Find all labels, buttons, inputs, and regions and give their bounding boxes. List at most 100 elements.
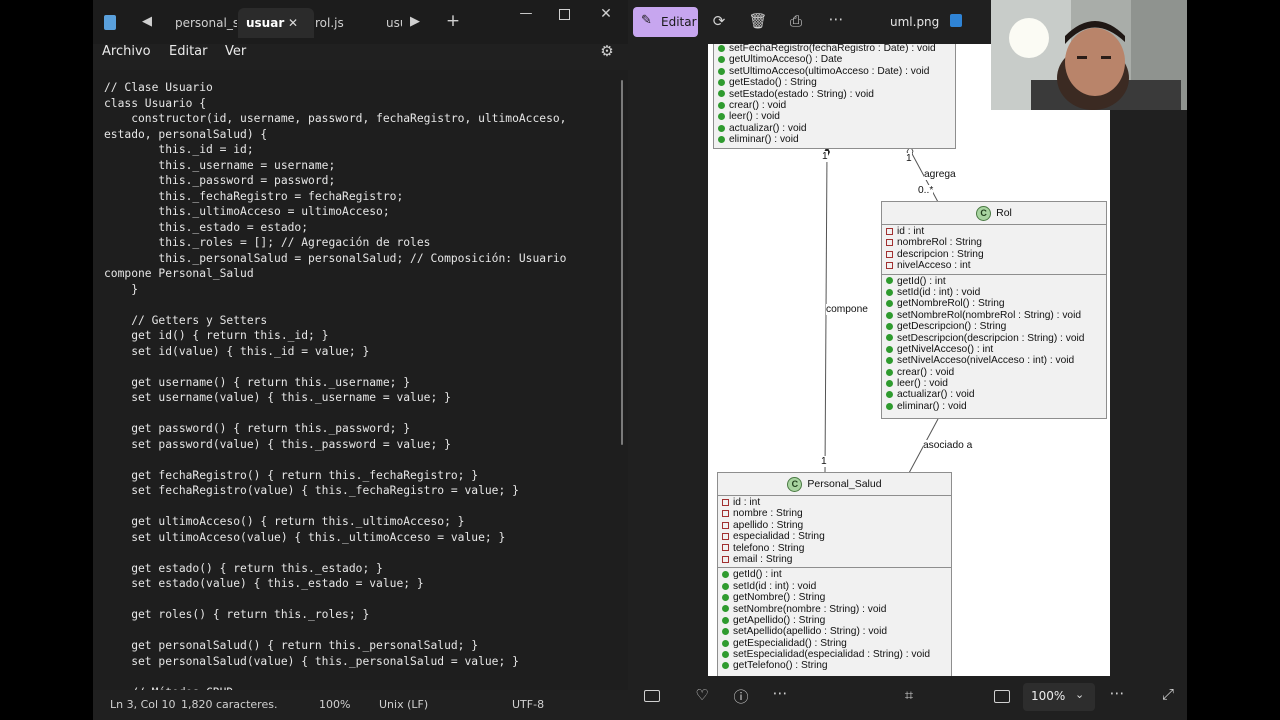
menu-ver[interactable]: Ver	[225, 44, 246, 70]
attribute-row: nombre : String	[722, 508, 951, 519]
method-row: getNombreRol() : String	[886, 298, 1106, 309]
tab-personal-salud[interactable]: personal_sal	[175, 8, 237, 38]
personal-methods: getId() : int setId(id : int) : void getNo…	[718, 568, 951, 674]
public-marker-icon	[886, 277, 893, 285]
character-count: 1,820 caracteres.	[181, 698, 278, 711]
vertical-scrollbar[interactable]	[621, 80, 623, 445]
method-row: leer() : void	[718, 111, 955, 122]
member-text: getTelefono() : String	[733, 660, 828, 672]
method-row: getEspecialidad() : String	[722, 638, 951, 649]
member-text: setUltimoAcceso(ultimoAcceso : Date) : v…	[729, 65, 930, 77]
multiplicity-label: 1	[906, 153, 912, 164]
class-header: C Personal_Salud	[718, 473, 951, 496]
edit-icon: ✎	[641, 13, 652, 28]
close-tab-icon[interactable]: ✕	[288, 8, 298, 38]
attribute-row: nombreRol : String	[886, 237, 1106, 248]
private-marker-icon	[886, 239, 893, 247]
code-content[interactable]: // Clase Usuario class Usuario { constru…	[104, 80, 567, 690]
chevron-down-icon: ⌄	[1075, 688, 1085, 701]
tab-usuario[interactable]: usuar ✕	[238, 8, 314, 38]
member-text: nivelAcceso : int	[897, 260, 971, 272]
method-row: setId(id : int) : void	[886, 287, 1106, 298]
method-row: getId() : int	[886, 276, 1106, 287]
settings-gear-icon[interactable]: ⚙	[598, 42, 616, 60]
zoom-value: 100%	[1031, 689, 1066, 703]
method-row: actualizar() : void	[718, 123, 955, 134]
class-header: C Rol	[882, 202, 1106, 225]
member-text: setApellido(apellido : String) : void	[733, 626, 888, 638]
info-icon[interactable]: ⓘ	[729, 686, 753, 707]
method-row: setFechaRegistro(fechaRegistro : Date) :…	[718, 44, 955, 54]
public-marker-icon	[886, 345, 893, 353]
member-text: eliminar() : void	[729, 134, 799, 146]
delete-icon[interactable]: 🗑	[746, 12, 770, 30]
fit-to-window-icon[interactable]	[994, 690, 1010, 703]
private-marker-icon	[722, 544, 729, 552]
public-marker-icon	[886, 402, 893, 410]
member-text: getNombreRol() : String	[897, 298, 1005, 310]
public-marker-icon	[722, 616, 729, 624]
member-text: setEstado(estado : String) : void	[729, 88, 874, 100]
method-row: setEspecialidad(especialidad : String) :…	[722, 649, 951, 660]
public-marker-icon	[718, 135, 725, 143]
print-icon[interactable]: ⎙	[784, 12, 808, 30]
image-file-icon	[950, 14, 962, 27]
zoom-dropdown[interactable]: 100% ⌄	[1023, 683, 1095, 711]
filmstrip-icon[interactable]	[644, 690, 660, 702]
public-marker-icon	[718, 124, 725, 132]
menu-archivo[interactable]: Archivo	[102, 44, 151, 70]
member-text: eliminar() : void	[897, 400, 967, 412]
private-marker-icon	[722, 521, 729, 529]
public-marker-icon	[718, 44, 725, 52]
notepad-window: ◀ personal_sal usuar ✕ rol.js usu ▶ + — …	[93, 0, 628, 720]
member-text: email : String	[733, 553, 793, 565]
zoom-level: 100%	[319, 698, 351, 711]
method-row: getTelefono() : String	[722, 660, 951, 671]
more-options-icon[interactable]: ⋯	[824, 10, 848, 28]
class-rol: C Rol id : int nombreRol : String descripci…	[881, 201, 1107, 419]
agrega-label: agrega	[924, 169, 956, 180]
rotate-icon[interactable]: ⟳	[707, 12, 731, 30]
private-marker-icon	[886, 227, 893, 235]
text-editor[interactable]: // Clase Usuario class Usuario { constru…	[93, 70, 628, 690]
favorite-heart-icon[interactable]: ♡	[690, 686, 714, 704]
method-row: setDescripcion(descripcion : String) : v…	[886, 333, 1106, 344]
member-text: setNombreRol(nombreRol : String) : void	[897, 309, 1082, 321]
tab-rol[interactable]: rol.js	[315, 8, 365, 38]
close-window-icon[interactable]: ✕	[598, 6, 614, 22]
notepad-app-icon	[104, 15, 116, 30]
member-text: actualizar() : void	[729, 122, 807, 134]
status-bar: Ln 3, Col 10 1,820 caracteres. 100% Unix…	[93, 690, 628, 720]
edit-button[interactable]: ✎ Editar	[633, 7, 698, 37]
new-tab-icon[interactable]: +	[445, 11, 461, 31]
public-marker-icon	[886, 311, 893, 319]
encoding: UTF-8	[512, 698, 545, 711]
crop-scan-icon[interactable]: ⌗	[897, 686, 921, 704]
menu-editar[interactable]: Editar	[169, 44, 208, 70]
public-marker-icon	[722, 639, 729, 647]
class-personal-salud: C Personal_Salud id : int nombre : String a…	[717, 472, 952, 676]
more-options-icon[interactable]: ⋯	[768, 684, 792, 702]
more-options-icon[interactable]: ⋯	[1105, 684, 1129, 702]
tab-usuario-2[interactable]: usu	[386, 8, 402, 38]
tab-label: usuar	[246, 16, 285, 30]
class-usuario: setFechaRegistro(fechaRegistro : Date) :…	[713, 44, 956, 149]
member-text: setDescripcion(descripcion : String) : v…	[897, 332, 1085, 344]
attribute-row: telefono : String	[722, 543, 951, 554]
edit-label: Editar	[661, 15, 697, 29]
line-ending: Unix (LF)	[379, 698, 429, 711]
fullscreen-icon[interactable]: ⤢	[1156, 685, 1180, 703]
attribute-row: nivelAcceso : int	[886, 260, 1106, 271]
member-text: telefono : String	[733, 542, 805, 554]
attribute-row: descripcion : String	[886, 249, 1106, 260]
member-text: getId() : int	[897, 275, 946, 287]
maximize-icon[interactable]	[559, 9, 570, 20]
public-marker-icon	[722, 605, 729, 613]
public-marker-icon	[722, 582, 729, 590]
scroll-tabs-right-icon[interactable]: ▶	[409, 14, 421, 29]
public-marker-icon	[718, 78, 725, 86]
scroll-tabs-left-icon[interactable]: ◀	[141, 14, 153, 29]
method-row: setUltimoAcceso(ultimoAcceso : Date) : v…	[718, 66, 955, 77]
method-row: actualizar() : void	[886, 389, 1106, 400]
minimize-icon[interactable]: —	[518, 6, 534, 21]
